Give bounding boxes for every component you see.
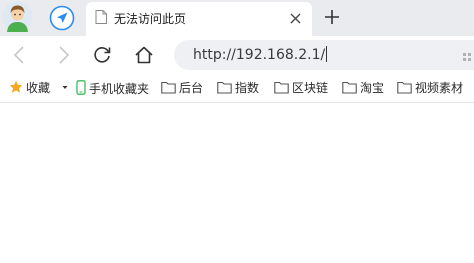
tab-title: 无法访问此页 [114,12,187,26]
bookmark-folder-video-assets[interactable]: 视频素材 [397,80,463,96]
refresh-icon[interactable] [91,44,113,66]
navigation-compass-icon[interactable] [49,5,75,31]
folder-icon [217,81,232,94]
bookmark-folder-taobao[interactable]: 淘宝 [342,80,384,96]
bookmark-label: 淘宝 [360,81,385,95]
bookmark-label: 手机收藏夹 [89,82,150,96]
star-icon [9,80,23,93]
bookmark-favorites[interactable]: 收藏 [9,80,50,96]
folder-icon [274,81,289,94]
folder-icon [161,81,176,94]
folder-icon [397,81,412,94]
active-tab[interactable]: 无法访问此页 [86,2,312,36]
home-icon[interactable] [133,44,155,66]
folder-icon [342,81,357,94]
bookmark-folder-admin[interactable]: 后台 [161,80,203,96]
phone-icon [76,80,86,95]
bookmark-folder-blockchain[interactable]: 区块链 [274,80,328,96]
bookmark-label: 后台 [179,81,204,95]
bookmark-folder-index[interactable]: 指数 [217,80,259,96]
address-url[interactable]: http://192.168.2.1/ [193,46,328,63]
qr-code-icon[interactable] [462,49,474,61]
bookmark-item-mobile-favorites[interactable]: 手机收藏夹 [76,80,149,96]
user-avatar-icon[interactable] [2,1,33,32]
page-content [0,103,474,263]
bookmark-label: 视频素材 [415,81,464,95]
new-tab-icon[interactable] [322,7,342,27]
bookmark-label: 区块链 [292,81,329,95]
bookmark-label: 指数 [235,81,260,95]
bookmark-favorites-label: 收藏 [26,81,51,95]
page-icon [95,9,107,24]
back-icon[interactable] [9,44,31,66]
bookmarks-bar: 收藏 手机收藏夹 后台 指数 区块链 淘宝 视频素材 [0,74,474,103]
tab-strip: 无法访问此页 [0,0,474,36]
text-caret [326,46,328,62]
navigation-toolbar: http://192.168.2.1/ [0,36,474,74]
favorites-dropdown-icon[interactable] [61,80,69,96]
forward-icon[interactable] [52,44,74,66]
close-tab-icon[interactable] [289,10,302,24]
address-bar[interactable]: http://192.168.2.1/ [174,40,474,70]
